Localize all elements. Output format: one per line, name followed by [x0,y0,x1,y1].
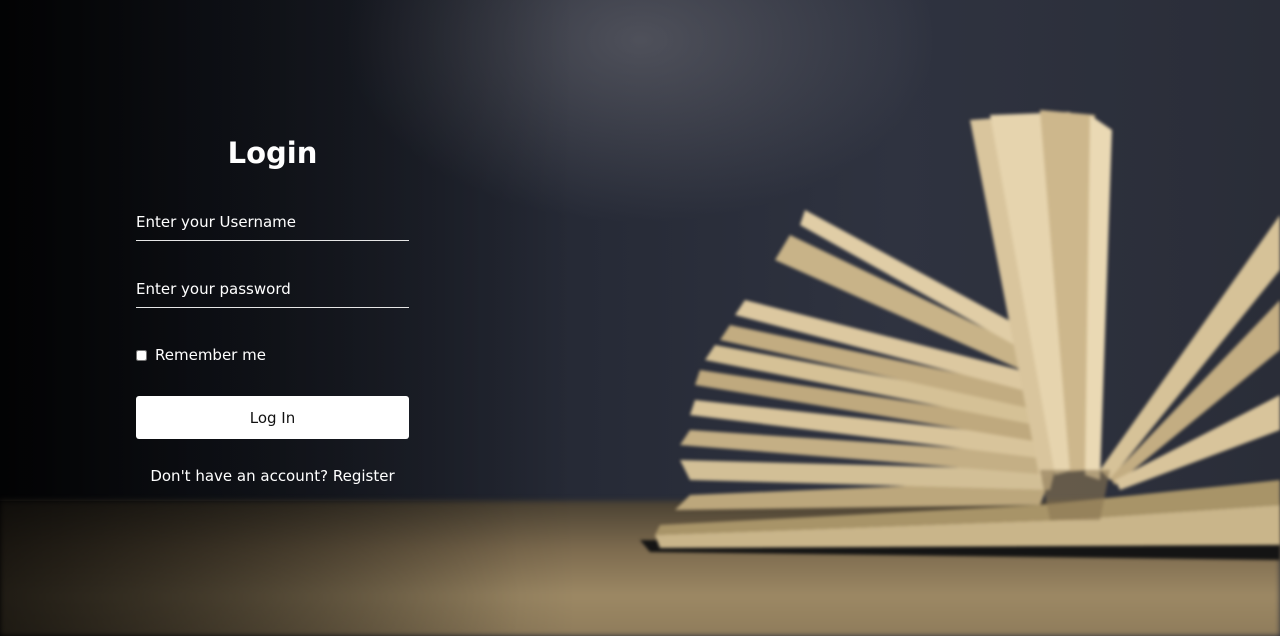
username-field-container [136,208,409,241]
register-link[interactable]: Register [333,467,395,485]
username-input[interactable] [136,208,409,240]
remember-me-checkbox[interactable] [136,349,147,361]
register-prompt-row: Don't have an account? Register [136,467,409,485]
remember-me-label: Remember me [155,346,266,364]
login-title: Login [227,136,318,170]
login-button[interactable]: Log In [136,396,409,439]
register-prompt-text: Don't have an account? [150,467,329,485]
password-input[interactable] [136,275,409,307]
page-background: Login Remember me Log In Don't have an a… [0,0,1280,636]
password-field-container [136,275,409,308]
login-form: Login Remember me Log In Don't have an a… [136,130,409,485]
remember-me-row[interactable]: Remember me [136,346,409,364]
